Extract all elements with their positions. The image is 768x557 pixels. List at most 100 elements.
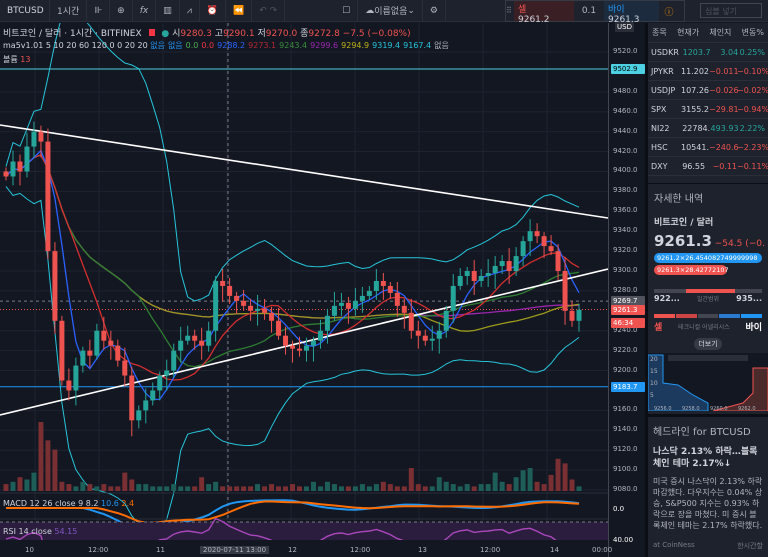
- candle-body: [283, 335, 289, 346]
- drag-handle-icon[interactable]: ⠿: [506, 1, 514, 21]
- price-tick: 9220.0: [613, 345, 638, 354]
- price-tick: 9140.0: [613, 425, 638, 434]
- rsi-legend[interactable]: RSI 14 close 54.15: [3, 527, 77, 536]
- ma-legend[interactable]: ma5v1.01 5 10 20 60 120 0 0 20 20 없음 없음 0.…: [3, 40, 452, 51]
- watchlist-row[interactable]: HSC 10541. −240.6 −2.23%: [648, 138, 768, 157]
- volume-bar: [506, 484, 512, 491]
- chart-canvas[interactable]: [0, 5, 609, 557]
- symbol-button[interactable]: BTCUSD: [0, 0, 50, 22]
- ma-value: 9167.4: [403, 41, 432, 50]
- candle-body: [171, 350, 177, 371]
- sell-button[interactable]: 셀 9261.2: [514, 1, 574, 25]
- replay-icon[interactable]: ⏪: [226, 0, 253, 22]
- bid-badge: 9261.2×26.454082749999998: [654, 253, 762, 263]
- candle-style-icon[interactable]: ⊪: [87, 0, 111, 22]
- layout-button[interactable]: ☁ 이름없음 ⌄: [358, 0, 423, 22]
- headline-body: 미국 증시 나스닥이 2.13% 하락 마감했다. 다우지수는 0.04% 상승…: [653, 477, 763, 530]
- chart-title: 비트코인 / 달러 · 1시간 · BITFINEX: [3, 29, 142, 39]
- wl-pct: −0.11%: [737, 161, 768, 171]
- volume-bar: [73, 486, 79, 491]
- wl-symbol: USDKR: [651, 47, 679, 57]
- wl-pct: 0.25%: [739, 47, 765, 57]
- undo-icon[interactable]: ↶ ↷: [252, 0, 286, 22]
- price-tick: 9300.0: [613, 266, 638, 274]
- watchlist-row[interactable]: NI22 22784. 493.93 2.22%: [648, 119, 768, 138]
- technical-label[interactable]: 테크니컬 어낼리시스: [678, 322, 730, 331]
- price-tick: 9420.0: [613, 146, 638, 155]
- fullscreen-icon[interactable]: ☐: [335, 0, 359, 22]
- interval-button[interactable]: 1시간: [50, 0, 88, 22]
- volume-bar: [394, 486, 400, 491]
- buy-button[interactable]: 바이 9261.3: [604, 1, 659, 25]
- settings-icon[interactable]: ⚙: [423, 0, 446, 22]
- candle-body: [38, 131, 44, 142]
- wl-symbol: NI22: [651, 123, 670, 133]
- volume-bar: [38, 422, 44, 491]
- candle-body: [303, 345, 309, 351]
- candle-body: [31, 131, 37, 147]
- volume-bar: [255, 484, 261, 491]
- templates-icon[interactable]: ⩘: [180, 0, 200, 22]
- volume-bar: [492, 472, 498, 491]
- wl-price: 107.26: [681, 85, 709, 95]
- volume-bar: [157, 486, 163, 491]
- volume-bar: [227, 486, 233, 491]
- candle-body: [387, 285, 393, 293]
- watchlist-row[interactable]: USDJP 107.26 −0.026 −0.02%: [648, 81, 768, 100]
- market-status-icon: ●: [161, 29, 170, 39]
- currency-label[interactable]: USD: [615, 22, 634, 32]
- compare-add-icon[interactable]: ⊕: [110, 0, 133, 22]
- volume-bar: [108, 486, 114, 491]
- depth-y-tick: 10: [650, 380, 658, 387]
- layout-name: 이름없음: [374, 7, 408, 17]
- price-tick: 9380.0: [613, 186, 638, 195]
- ma-value: 9319.4: [372, 41, 401, 50]
- alert-icon[interactable]: ⏰: [200, 0, 226, 22]
- volume-bar: [17, 477, 23, 491]
- qty[interactable]: 0.1: [574, 1, 604, 21]
- col-pct[interactable]: 변동%: [742, 27, 764, 38]
- candle-body: [122, 360, 128, 376]
- candle-body: [213, 280, 219, 331]
- macd-legend[interactable]: MACD 12 26 close 9 8.2 10.6 2.4: [3, 499, 134, 508]
- flag-icon[interactable]: [148, 29, 155, 36]
- volume-bar: [66, 484, 72, 491]
- col-price[interactable]: 현재가: [677, 27, 699, 38]
- candle-body: [457, 275, 463, 286]
- col-change[interactable]: 체인지: [709, 27, 731, 38]
- volume-bar: [548, 474, 554, 491]
- volume-bar: [213, 481, 219, 491]
- watchlist-row[interactable]: USDKR 1203.7 3.04 0.25%: [648, 43, 768, 62]
- candle-body: [290, 345, 296, 349]
- volume-bar: [541, 484, 547, 491]
- ma-value: 9294.9: [341, 41, 370, 50]
- more-button[interactable]: 더보기: [694, 338, 722, 350]
- candle-body: [380, 280, 386, 286]
- candle-body: [17, 161, 23, 172]
- volume-bar: [171, 484, 177, 491]
- candle-body: [541, 236, 547, 247]
- watchlist-row[interactable]: DXY 96.55 −0.11 −0.11%: [648, 157, 768, 176]
- candle-body: [506, 261, 512, 272]
- headline-link[interactable]: 나스닥 2.13% 하락…블록체인 테마 2.17%↓: [653, 446, 763, 470]
- candle-body: [192, 335, 198, 341]
- price-axis[interactable]: USD 9520.0 9480.0 9460.0 9440.0 9420.0 9400.0…: [608, 22, 645, 557]
- candle-body: [527, 231, 533, 242]
- price-chart[interactable]: 비트코인 / 달러 · 1시간 · BITFINEX ● 시9280.3 고92…: [0, 5, 609, 557]
- col-symbol[interactable]: 종목: [652, 27, 667, 38]
- depth-chart[interactable]: 20 15 10 5 9256.0 9258.0 9260.0 9262.0: [647, 353, 768, 412]
- headline-more[interactable]: 한시간할: [737, 541, 763, 551]
- candle-body: [157, 375, 163, 391]
- watchlist-row[interactable]: JPYKR 11.202 −0.011 −0.10%: [648, 62, 768, 81]
- volume-legend[interactable]: 볼륨 13: [3, 54, 30, 65]
- indicators-icon[interactable]: fx: [133, 0, 157, 22]
- time-axis[interactable]: 10 12:00 11 2020-07-11 13:00 12 12:00 13 12:00 1…: [0, 545, 612, 557]
- financials-icon[interactable]: ▥: [156, 0, 180, 22]
- symbol-search-input[interactable]: 심볼 넣기: [700, 3, 762, 18]
- volume-bar: [422, 486, 428, 491]
- info-icon[interactable]: ⓘ: [659, 1, 679, 21]
- watchlist-row[interactable]: SPX 3155.2 −29.81 −0.94%: [648, 100, 768, 119]
- candle-body: [227, 285, 233, 296]
- watchlist-header: 종목 현재가 체인지 변동%: [648, 23, 768, 43]
- time-tick: 2020-07-11 13:00: [200, 546, 270, 554]
